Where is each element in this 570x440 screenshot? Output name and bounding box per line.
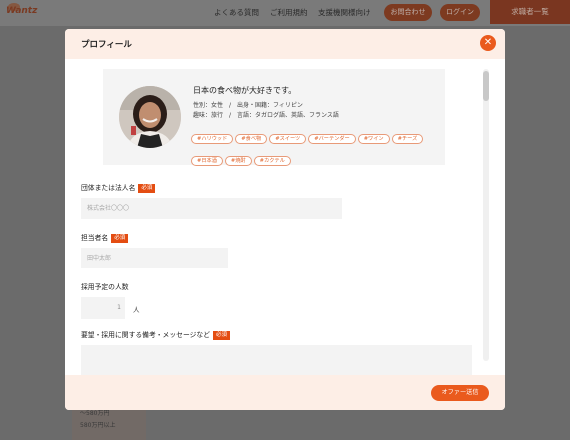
tag: #ワイン (357, 134, 390, 144)
site-logo[interactable]: Wantz (6, 6, 37, 16)
scrollbar-track[interactable] (483, 69, 489, 361)
required-badge: 必須 (138, 184, 156, 193)
tag: #バーテンダー (308, 134, 356, 144)
profile-meta-gender-origin: 性別：女性 / 出身・国籍：フィリピン (193, 102, 303, 109)
org-name-label: 団体または法人名 必須 (81, 182, 156, 193)
tag: #カクテル (253, 156, 291, 166)
contact-name-label-text: 担当者名 (81, 234, 109, 242)
message-label-text: 要望・採用に関する備考・メッセージなど (81, 331, 211, 339)
nav-support[interactable]: 支援機関様向け (318, 7, 371, 18)
contact-button[interactable]: お問合わせ (384, 4, 432, 21)
login-button[interactable]: ログイン (440, 4, 480, 21)
hires-count-label: 採用予定の人数 (81, 283, 129, 291)
avatar (119, 86, 181, 148)
modal-title: プロフィール (81, 40, 132, 50)
required-badge: 必須 (111, 234, 129, 243)
nav-terms[interactable]: ご利用規約 (270, 7, 308, 18)
close-icon[interactable]: ✕ (480, 35, 496, 51)
tag: #チーズ (391, 134, 424, 144)
profile-tags: #ハリウッド #食べ物 #スイーツ #バーテンダー #ワイン #チーズ #日本酒 #焼酎 #カク… (191, 125, 441, 169)
org-name-input[interactable] (81, 198, 342, 219)
hires-count-unit: 人 (133, 306, 140, 314)
tag: #焼酎 (224, 156, 252, 166)
contact-name-input[interactable] (81, 248, 228, 268)
profile-headline: 日本の食べ物が大好きです。 (193, 86, 297, 95)
avatar-photo (119, 86, 181, 148)
nav-faq[interactable]: よくある質問 (214, 7, 259, 18)
message-label: 要望・採用に関する備考・メッセージなど 必須 (81, 329, 231, 340)
modal-footer: オファー送信 (65, 375, 505, 410)
profile-card: 日本の食べ物が大好きです。 性別：女性 / 出身・国籍：フィリピン 趣味：旅行 … (103, 69, 445, 166)
salary-option[interactable]: 580万円以上 (80, 420, 115, 429)
tag: #ハリウッド (191, 134, 234, 144)
org-name-label-text: 団体または法人名 (81, 184, 136, 192)
message-textarea[interactable] (81, 345, 472, 375)
required-badge: 必須 (213, 331, 231, 340)
scrollbar-thumb[interactable] (483, 71, 489, 101)
jobseekers-button[interactable]: 求職者一覧 (490, 0, 570, 24)
profile-modal: プロフィール ✕ 日本の食べ物が大好きです。 性別：女性 / 出身・国籍：フィリ… (65, 29, 505, 410)
hires-count-input[interactable]: 1 (81, 297, 125, 319)
modal-header: プロフィール ✕ (65, 29, 505, 59)
tag: #日本酒 (191, 156, 223, 166)
tag: #食べ物 (235, 134, 268, 144)
contact-name-label: 担当者名 必須 (81, 232, 129, 243)
tag: #スイーツ (269, 134, 307, 144)
profile-meta-hobby-language: 趣味：旅行 / 言語：タガログ語、英語、フランス語 (193, 112, 339, 119)
send-offer-button[interactable]: オファー送信 (431, 385, 489, 401)
